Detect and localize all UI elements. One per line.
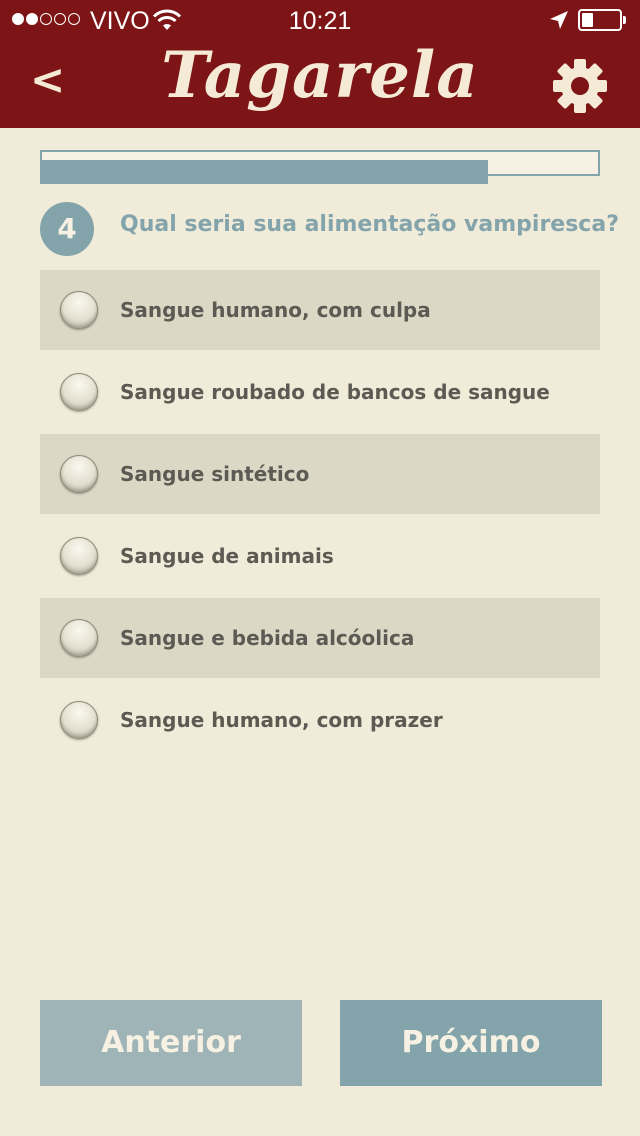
answer-option[interactable]: Sangue humano, com culpa	[40, 270, 600, 350]
question-number-badge: 4	[40, 202, 94, 256]
app-header: VIVO 10:21 < Tagarela	[0, 0, 640, 128]
answer-option[interactable]: Sangue humano, com prazer	[40, 680, 600, 760]
location-arrow-icon	[548, 9, 570, 38]
battery-level	[582, 13, 593, 27]
answer-option-label: Sangue sintético	[120, 462, 310, 486]
answer-option[interactable]: Sangue de animais	[40, 516, 600, 596]
radio-button[interactable]	[60, 373, 98, 411]
answer-option-label: Sangue roubado de bancos de sangue	[120, 380, 550, 404]
radio-button[interactable]	[60, 455, 98, 493]
app-title: Tagarela	[161, 38, 479, 113]
answer-option[interactable]: Sangue e bebida alcóolica	[40, 598, 600, 678]
gear-icon	[550, 59, 610, 120]
radio-button[interactable]	[60, 291, 98, 329]
radio-button[interactable]	[60, 619, 98, 657]
answer-option-label: Sangue humano, com prazer	[120, 708, 443, 732]
battery-icon	[578, 9, 626, 31]
answer-option-label: Sangue e bebida alcóolica	[120, 626, 415, 650]
answer-option[interactable]: Sangue sintético	[40, 434, 600, 514]
radio-button[interactable]	[60, 537, 98, 575]
question-text: Qual seria sua alimentação vampiresca?	[120, 212, 619, 237]
status-time: 10:21	[288, 7, 352, 35]
answer-option-label: Sangue humano, com culpa	[120, 298, 431, 322]
radio-button[interactable]	[60, 701, 98, 739]
next-button[interactable]: Próximo	[340, 1000, 602, 1086]
status-bar: VIVO 10:21	[0, 0, 640, 40]
progress-fill	[40, 160, 488, 184]
answer-option-label: Sangue de animais	[120, 544, 334, 568]
answer-option[interactable]: Sangue roubado de bancos de sangue	[40, 352, 600, 432]
settings-button[interactable]	[550, 56, 610, 116]
previous-button[interactable]: Anterior	[40, 1000, 302, 1086]
